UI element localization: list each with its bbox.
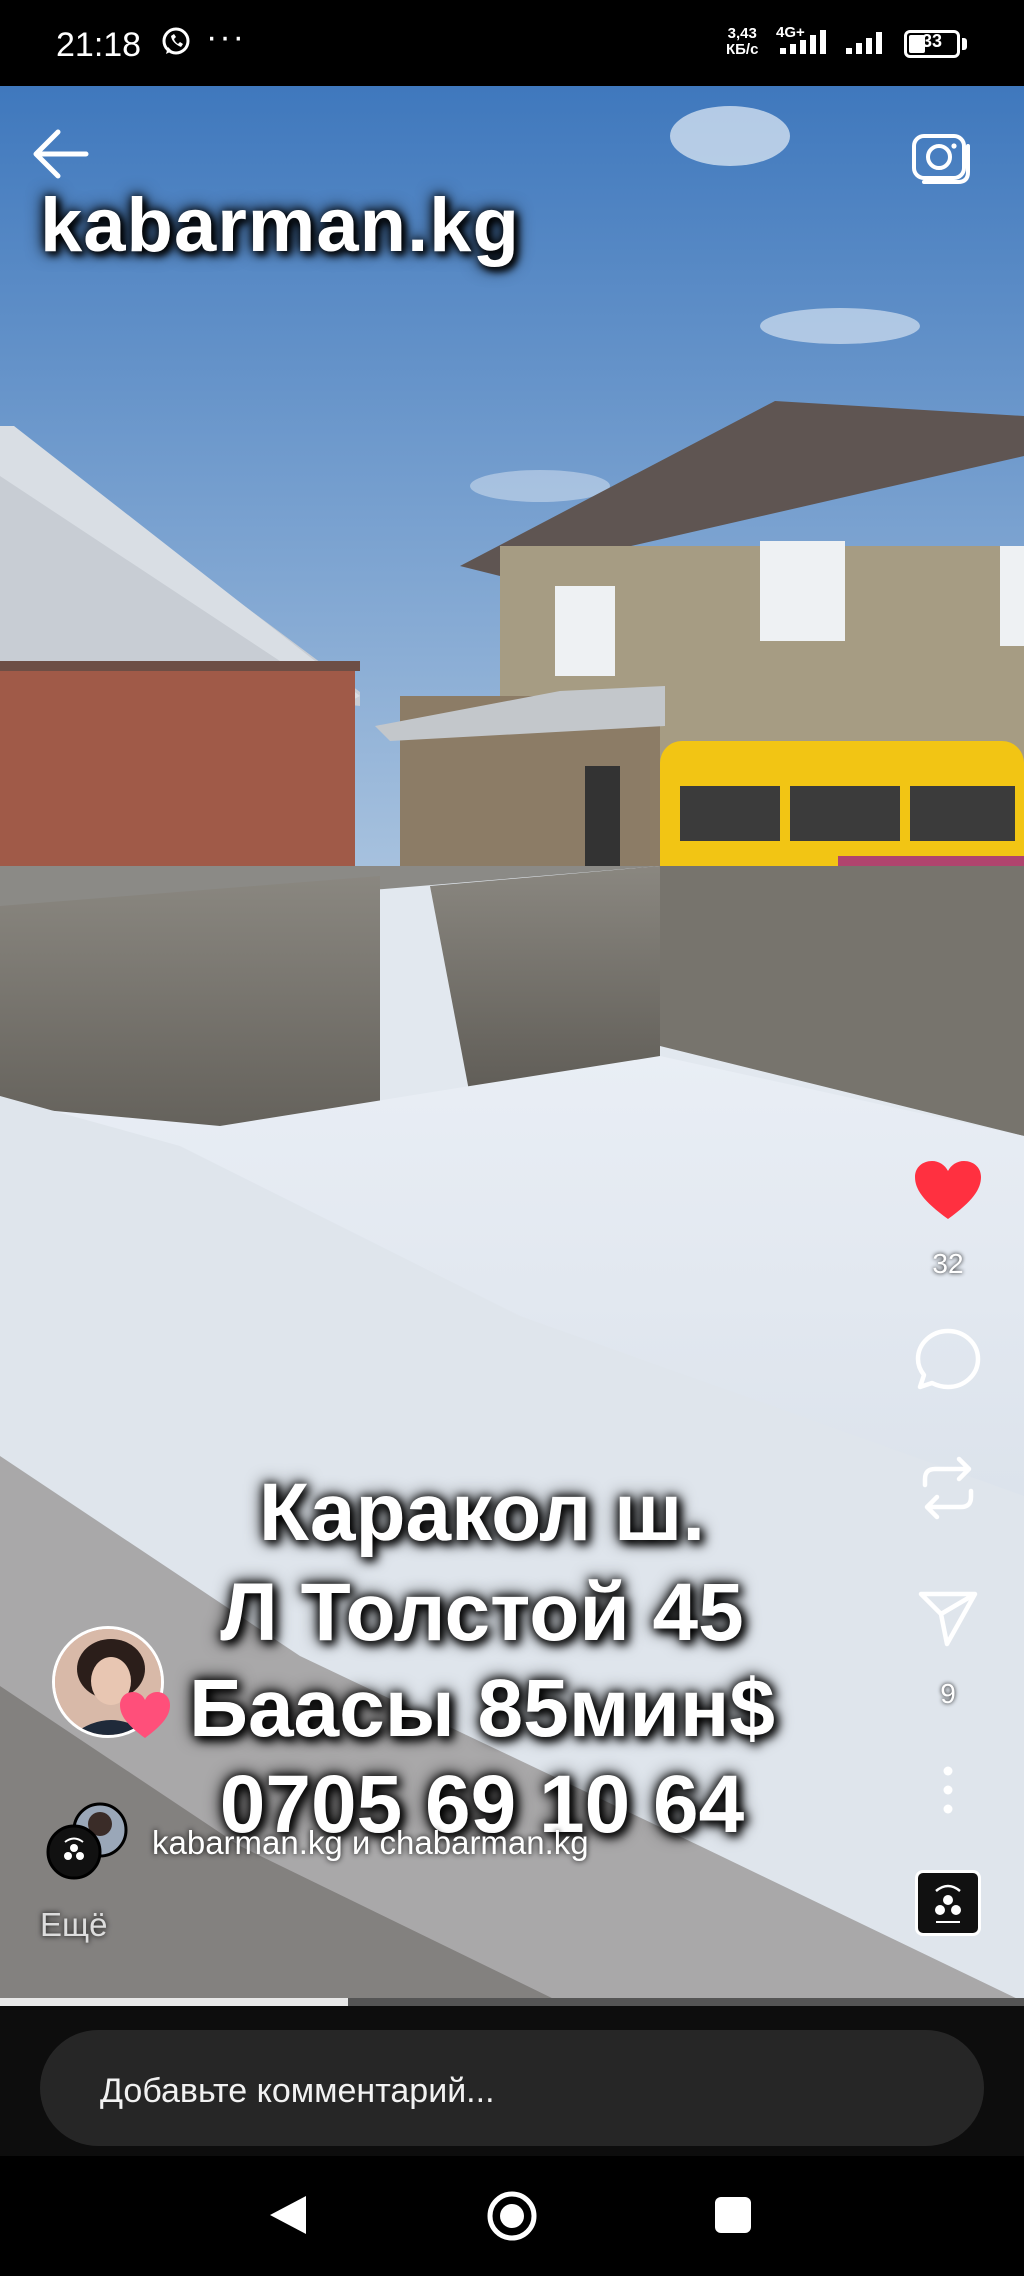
status-bar: 21:18 ··· 3,43 КБ/с 4G+ 33 [0,0,1024,86]
camera-icon[interactable] [910,126,974,186]
video-progress-fill [0,1998,349,2006]
vertical-dots-icon [943,1766,953,1814]
network-speed: 3,43 КБ/с [726,25,759,58]
like-count: 32 [932,1248,964,1279]
more-dots-icon: ··· [206,18,246,56]
collab-avatars[interactable] [44,1800,130,1880]
comment-button[interactable] [910,1322,986,1398]
comment-icon [915,1328,981,1390]
remix-button[interactable] [910,1450,986,1526]
whatsapp-icon [162,27,190,55]
heart-badge-icon [120,1692,170,1738]
back-arrow-icon[interactable] [28,126,92,182]
heart-icon [915,1161,981,1219]
status-time: 21:18 [56,26,142,64]
watermark-text: kabarman.kg [40,183,520,268]
share-count: 9 [940,1678,956,1709]
share-button[interactable] [910,1580,986,1656]
nav-recent-icon[interactable] [712,2194,754,2236]
more-link[interactable]: Ещё [40,1906,108,1944]
battery-level: 33 [921,31,943,51]
battery-cap [962,38,967,50]
more-options-button[interactable] [910,1752,986,1828]
comment-placeholder: Добавьте комментарий... [100,2072,495,2110]
nav-back-icon[interactable] [262,2192,312,2238]
audio-track-button[interactable] [915,1870,981,1936]
signal-icon-2 [846,32,882,54]
send-icon [918,1591,978,1647]
signal-icon [780,30,826,54]
caption-line-1: Каракол ш. [258,1467,706,1558]
nav-home-icon[interactable] [484,2188,540,2244]
like-button[interactable] [910,1152,986,1228]
repost-icon [922,1456,974,1520]
audio-logo-icon [935,1884,961,1923]
collab-authors[interactable]: kabarman.kg и chabarman.kg [152,1824,589,1862]
video-progress[interactable] [0,1998,1024,2006]
